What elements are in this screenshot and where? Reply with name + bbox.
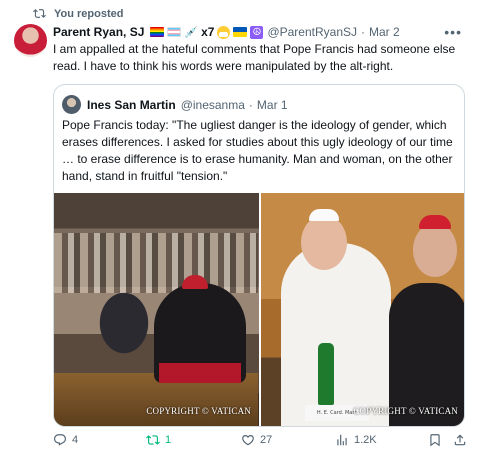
quoted-author-handle[interactable]: @inesanma [181, 98, 245, 112]
reply-count: 4 [72, 434, 79, 446]
photo-pope-zucchetto [309, 209, 339, 221]
author-display-name[interactable]: Parent Ryan, SJ [53, 25, 144, 39]
share-icon [454, 434, 466, 446]
quoted-post-card[interactable]: Ines San Martin @inesanma · Mar 1 Pope F… [53, 84, 465, 427]
post-date[interactable]: Mar 2 [369, 25, 400, 39]
photo-pope-and-cardinal[interactable]: H. E. Card. Marc COPYRIGHT © VATICAN [261, 193, 464, 426]
views-chart-icon [337, 434, 347, 446]
quoted-header-separator: · [248, 97, 253, 112]
photo-cardinal-head [413, 223, 457, 277]
view-count: 1.2K [354, 434, 377, 446]
photo-water-bottle [318, 343, 334, 405]
ukraine-flag-icon [233, 27, 248, 37]
photo-synod-hall[interactable]: COPYRIGHT © VATICAN [54, 193, 259, 426]
header-separator: · [361, 25, 365, 39]
rainbow-flag-icon [150, 27, 165, 37]
post-header: Parent Ryan, SJ 💉 x7 ☮ @ParentRyanSJ · M… [53, 25, 448, 39]
author-emoji-row: 💉 x7 ☮ [150, 25, 264, 39]
reply-button[interactable]: 4 [53, 433, 78, 447]
repost-label: You reposted [54, 7, 124, 20]
like-button[interactable]: 27 [241, 433, 272, 447]
author-handle[interactable]: @ParentRyanSJ [267, 25, 357, 39]
photo-watermark: COPYRIGHT © VATICAN [353, 406, 458, 416]
views-button[interactable]: 1.2K [335, 433, 377, 447]
emoji-multiplier: x7 [201, 25, 215, 39]
like-count: 27 [260, 434, 273, 446]
post-action-bar: 4 1 27 1.2K [53, 433, 467, 451]
quoted-post-media: COPYRIGHT © VATICAN H. E. Card. Marc COP… [54, 193, 464, 426]
photo-watermark: COPYRIGHT © VATICAN [146, 406, 251, 416]
quoted-post-text: Pope Francis today: "The ugliest danger … [62, 118, 453, 183]
quoted-post-date[interactable]: Mar 1 [257, 98, 288, 112]
more-options-icon[interactable]: ••• [444, 24, 462, 40]
photo-cardinal-cap [419, 215, 451, 229]
bookmark-icon [430, 434, 440, 447]
reply-icon [54, 434, 66, 446]
repost-icon [33, 9, 46, 18]
quoted-author-avatar[interactable] [62, 95, 81, 114]
trans-flag-icon [167, 27, 182, 37]
photo-pope-figure [281, 243, 391, 426]
repost-indicator: You reposted [33, 7, 123, 20]
quoted-author-display-name[interactable]: Ines San Martin [87, 98, 176, 112]
share-button[interactable] [453, 433, 467, 447]
repost-button[interactable]: 1 [146, 433, 171, 447]
photo-crowd [54, 233, 258, 293]
repost-icon [146, 435, 160, 445]
repost-count: 1 [165, 434, 172, 446]
photo-cardinal-sash [159, 363, 241, 383]
quoted-post-header: Ines San Martin @inesanma · Mar 1 [62, 95, 288, 114]
bookmark-button[interactable] [428, 433, 442, 447]
author-avatar[interactable] [14, 24, 47, 57]
face-mask-icon [217, 25, 231, 39]
post-text: I am appalled at the hateful comments th… [53, 42, 456, 73]
photo-pope-head [301, 215, 347, 270]
heart-icon [242, 435, 254, 446]
peace-symbol-icon: ☮ [250, 25, 264, 39]
syringe-icon: 💉 [184, 26, 199, 39]
